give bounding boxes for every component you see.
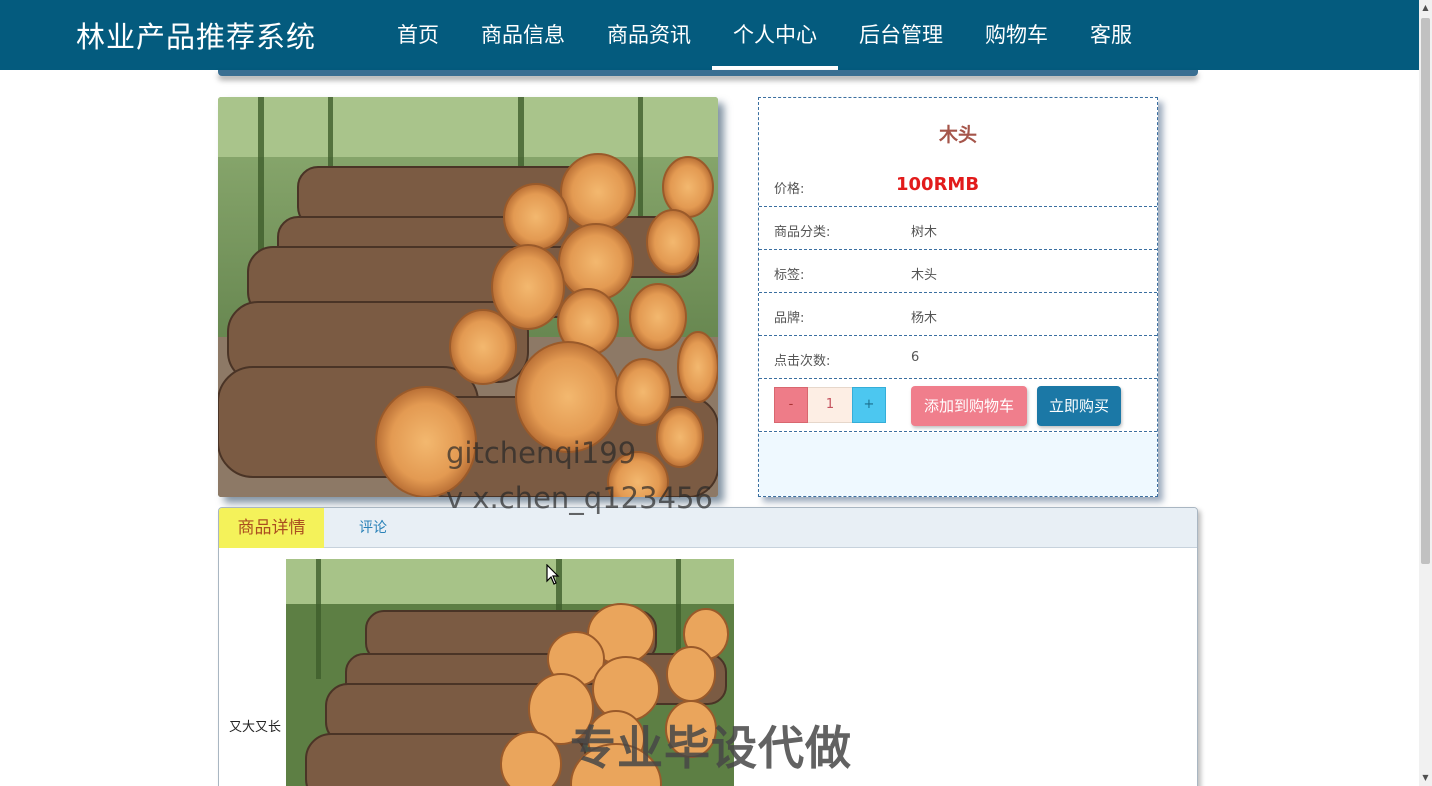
price-label: 价格: — [774, 182, 805, 197]
buy-now-button[interactable]: 立即购买 — [1037, 386, 1121, 426]
watermark-line-3: 专业毕设代做 — [570, 721, 852, 775]
category-row: 商品分类: 树木 — [759, 207, 1157, 250]
category-value: 树木 — [911, 225, 938, 240]
product-info-panel: 木头 价格: 100RMB 商品分类: 树木 标签: 木头 品牌: 杨木 点击次… — [758, 97, 1158, 497]
product-name: 木头 — [938, 124, 977, 146]
click-count-label: 点击次数: — [774, 354, 831, 369]
tag-row: 标签: 木头 — [759, 250, 1157, 293]
tag-label: 标签: — [774, 268, 805, 283]
scroll-thumb[interactable] — [1421, 18, 1430, 564]
top-navbar: 林业产品推荐系统 首页 商品信息 商品资讯 个人中心 后台管理 购物车 客服 — [0, 0, 1419, 70]
site-title: 林业产品推荐系统 — [76, 20, 317, 54]
detail-description: 又大又长 — [229, 720, 282, 735]
click-count-row: 点击次数: 6 — [759, 336, 1157, 379]
price-value: 100RMB — [896, 174, 980, 195]
nav-item-admin[interactable]: 后台管理 — [838, 0, 964, 70]
nav-item-products[interactable]: 商品信息 — [460, 0, 586, 70]
info-panel-footer — [759, 433, 1157, 496]
tab-comments[interactable]: 评论 — [359, 508, 387, 548]
page-scrollbar[interactable]: ▲ ▼ — [1419, 0, 1432, 786]
brand-value: 杨木 — [911, 311, 938, 326]
header-shadow-bar — [218, 70, 1198, 76]
tag-value: 木头 — [911, 268, 938, 283]
quantity-decrease-button[interactable]: - — [774, 387, 808, 423]
price-row: 价格: 100RMB — [759, 164, 1157, 207]
tab-product-detail[interactable]: 商品详情 — [219, 508, 324, 548]
nav-item-home[interactable]: 首页 — [376, 0, 460, 70]
watermark-line-1: gitchenqi199 — [446, 436, 637, 470]
page: 林业产品推荐系统 首页 商品信息 商品资讯 个人中心 后台管理 购物车 客服 ▲… — [0, 0, 1432, 786]
main-nav: 首页 商品信息 商品资讯 个人中心 后台管理 购物车 客服 — [376, 0, 1153, 70]
add-to-cart-button[interactable]: 添加到购物车 — [911, 386, 1027, 426]
purchase-actions: - 1 + 添加到购物车 立即购买 — [759, 380, 1157, 432]
mouse-cursor-icon — [546, 564, 560, 585]
scroll-down-icon[interactable]: ▼ — [1419, 770, 1432, 786]
watermark-line-2: v x.chen_q123456 — [446, 481, 713, 515]
brand-label: 品牌: — [774, 311, 805, 326]
nav-item-cart[interactable]: 购物车 — [964, 0, 1069, 70]
category-label: 商品分类: — [774, 225, 831, 240]
nav-item-news[interactable]: 商品资讯 — [586, 0, 712, 70]
quantity-increase-button[interactable]: + — [852, 387, 886, 423]
nav-item-service[interactable]: 客服 — [1069, 0, 1153, 70]
scroll-up-icon[interactable]: ▲ — [1419, 0, 1432, 16]
brand-row: 品牌: 杨木 — [759, 293, 1157, 336]
nav-item-profile[interactable]: 个人中心 — [712, 0, 838, 70]
click-count-value: 6 — [911, 350, 920, 365]
quantity-input[interactable]: 1 — [808, 387, 852, 423]
